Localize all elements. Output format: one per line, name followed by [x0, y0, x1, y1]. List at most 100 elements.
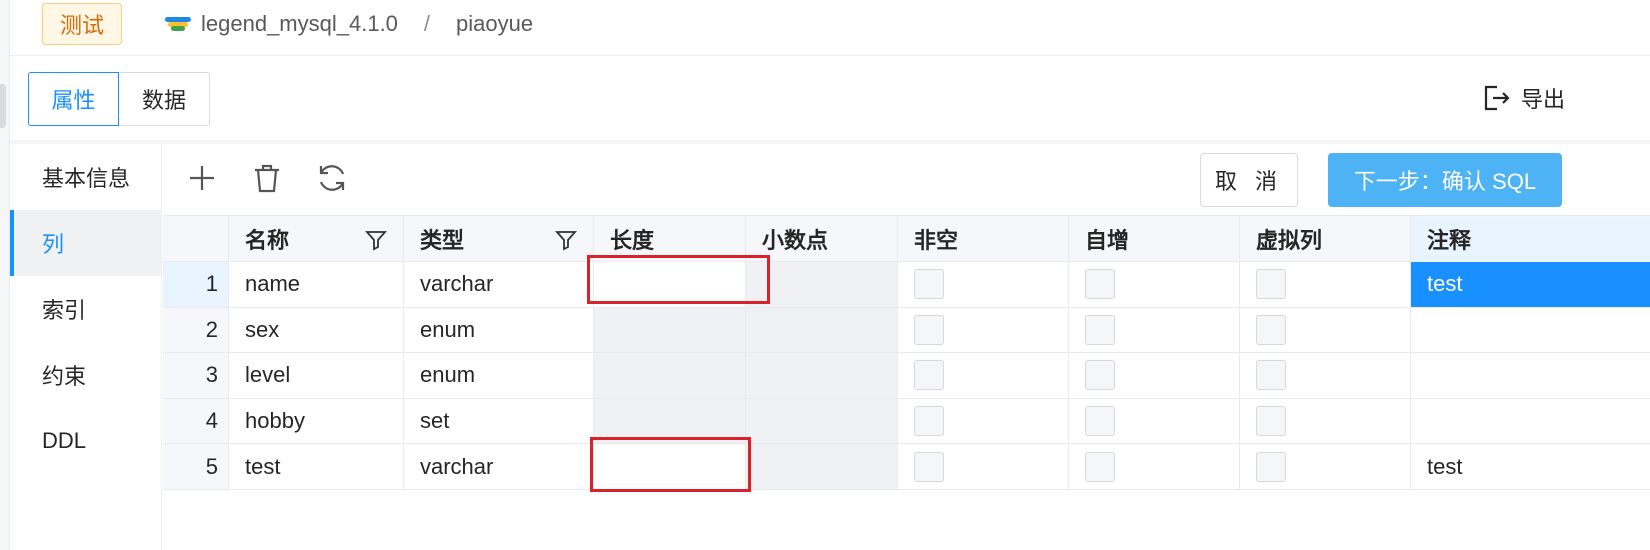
table-row[interactable]: 1 name varchar test — [163, 262, 1650, 308]
annotation-box-length-row1 — [587, 255, 770, 304]
export-icon — [1484, 85, 1510, 111]
header-name[interactable]: 名称 — [229, 216, 404, 262]
cell-type[interactable]: enum — [404, 307, 594, 353]
cell-name[interactable]: sex — [229, 307, 404, 353]
cell-virtual — [1240, 307, 1411, 353]
auto-inc-checkbox[interactable] — [1085, 451, 1115, 482]
table-editor-page: 测试 legend_mysql_4.1.0 / piaoyue 属性 数据 导出… — [0, 0, 1650, 550]
nav-item-basic-info[interactable]: 基本信息 — [10, 144, 162, 210]
header-index — [163, 216, 229, 262]
cell-auto-inc — [1069, 444, 1240, 489]
export-label: 导出 — [1521, 87, 1566, 112]
database-icon — [165, 17, 191, 31]
columns-grid: 名称 类型 长度 小数点 非空 自增 虚拟列 注释 1 name varchar te… — [163, 215, 1650, 490]
cell-virtual — [1240, 444, 1411, 489]
cell-auto-inc — [1069, 262, 1240, 307]
cell-not-null — [898, 307, 1069, 353]
cell-name[interactable]: hobby — [229, 398, 404, 444]
virtual-checkbox[interactable] — [1256, 269, 1286, 300]
nav-item-ddl[interactable]: DDL — [10, 408, 162, 474]
cell-decimal[interactable] — [746, 353, 898, 398]
delete-column-button[interactable] — [249, 160, 285, 196]
table-row[interactable]: 3 level enum — [163, 353, 1650, 399]
breadcrumb-db[interactable]: legend_mysql_4.1.0 — [201, 11, 398, 37]
cell-type[interactable]: enum — [404, 353, 594, 398]
auto-inc-checkbox[interactable] — [1085, 406, 1115, 437]
nav-item-indexes[interactable]: 索引 — [10, 276, 162, 342]
cell-decimal[interactable] — [746, 307, 898, 353]
plus-icon — [190, 166, 214, 190]
side-nav: 基本信息 列 索引 约束 DDL — [10, 144, 162, 550]
table-row[interactable]: 5 test varchar test — [163, 444, 1650, 490]
auto-inc-checkbox[interactable] — [1085, 314, 1115, 345]
not-null-checkbox[interactable] — [914, 406, 944, 437]
refresh-button[interactable] — [314, 160, 350, 196]
row-index: 3 — [163, 353, 229, 398]
cell-virtual — [1240, 353, 1411, 398]
filter-icon[interactable] — [365, 229, 387, 251]
tab-properties[interactable]: 属性 — [28, 72, 119, 126]
header-type[interactable]: 类型 — [404, 216, 594, 262]
cell-name[interactable]: name — [229, 262, 404, 307]
cell-virtual — [1240, 262, 1411, 307]
cell-length[interactable] — [594, 307, 746, 353]
header-not-null[interactable]: 非空 — [898, 216, 1069, 262]
cell-not-null — [898, 262, 1069, 307]
cell-type[interactable]: varchar — [404, 262, 594, 307]
nav-item-constraints[interactable]: 约束 — [10, 342, 162, 408]
cell-auto-inc — [1069, 398, 1240, 444]
virtual-checkbox[interactable] — [1256, 314, 1286, 345]
breadcrumb-separator: / — [423, 11, 431, 36]
nav-item-columns[interactable]: 列 — [10, 210, 162, 276]
grid-body: 1 name varchar test 2 sex enum 3 level enum 4 hobby… — [163, 262, 1650, 490]
cell-comment[interactable] — [1411, 399, 1650, 444]
row-index: 1 — [163, 262, 229, 307]
cell-name[interactable]: level — [229, 353, 404, 398]
auto-inc-checkbox[interactable] — [1085, 360, 1115, 391]
tab-data[interactable]: 数据 — [119, 72, 210, 126]
cell-type[interactable]: varchar — [404, 444, 594, 489]
cell-comment[interactable] — [1411, 353, 1650, 398]
virtual-checkbox[interactable] — [1256, 360, 1286, 391]
not-null-checkbox[interactable] — [914, 314, 944, 345]
header-comment[interactable]: 注释 — [1411, 216, 1650, 262]
env-badge: 测试 — [42, 3, 122, 45]
cell-not-null — [898, 353, 1069, 398]
view-tabs: 属性 数据 — [28, 72, 210, 126]
breadcrumb-table[interactable]: piaoyue — [456, 11, 533, 37]
cell-comment[interactable] — [1411, 308, 1650, 353]
next-confirm-sql-button[interactable]: 下一步：确认 SQL — [1328, 153, 1562, 207]
cancel-button[interactable]: 取 消 — [1200, 153, 1298, 207]
auto-inc-checkbox[interactable] — [1085, 269, 1115, 300]
virtual-checkbox[interactable] — [1256, 406, 1286, 437]
row-index: 4 — [163, 398, 229, 444]
add-column-button[interactable] — [184, 160, 220, 196]
table-row[interactable]: 2 sex enum — [163, 307, 1650, 354]
cell-decimal[interactable] — [746, 398, 898, 444]
not-null-checkbox[interactable] — [914, 269, 944, 300]
row-index: 2 — [163, 307, 229, 353]
cell-name[interactable]: test — [229, 444, 404, 489]
filter-icon[interactable] — [555, 229, 577, 251]
not-null-checkbox[interactable] — [914, 451, 944, 482]
cell-length[interactable] — [594, 353, 746, 398]
cell-comment[interactable]: test — [1411, 444, 1650, 489]
virtual-checkbox[interactable] — [1256, 451, 1286, 482]
cell-decimal[interactable] — [746, 444, 898, 489]
annotation-box-length-row5 — [590, 437, 751, 492]
collapse-handle[interactable] — [0, 84, 6, 128]
header-virtual[interactable]: 虚拟列 — [1240, 216, 1411, 262]
header-name-label: 名称 — [245, 228, 290, 253]
not-null-checkbox[interactable] — [914, 360, 944, 391]
cell-not-null — [898, 398, 1069, 444]
cell-auto-inc — [1069, 307, 1240, 353]
header-auto-increment[interactable]: 自增 — [1069, 216, 1240, 262]
table-row[interactable]: 4 hobby set — [163, 398, 1650, 445]
grid-header: 名称 类型 长度 小数点 非空 自增 虚拟列 注释 — [163, 215, 1650, 262]
section-divider — [10, 140, 1650, 144]
row-index: 5 — [163, 444, 229, 489]
export-button[interactable]: 导出 — [1483, 82, 1565, 114]
cell-not-null — [898, 444, 1069, 489]
cell-comment[interactable]: test — [1411, 262, 1650, 307]
cell-type[interactable]: set — [404, 398, 594, 444]
